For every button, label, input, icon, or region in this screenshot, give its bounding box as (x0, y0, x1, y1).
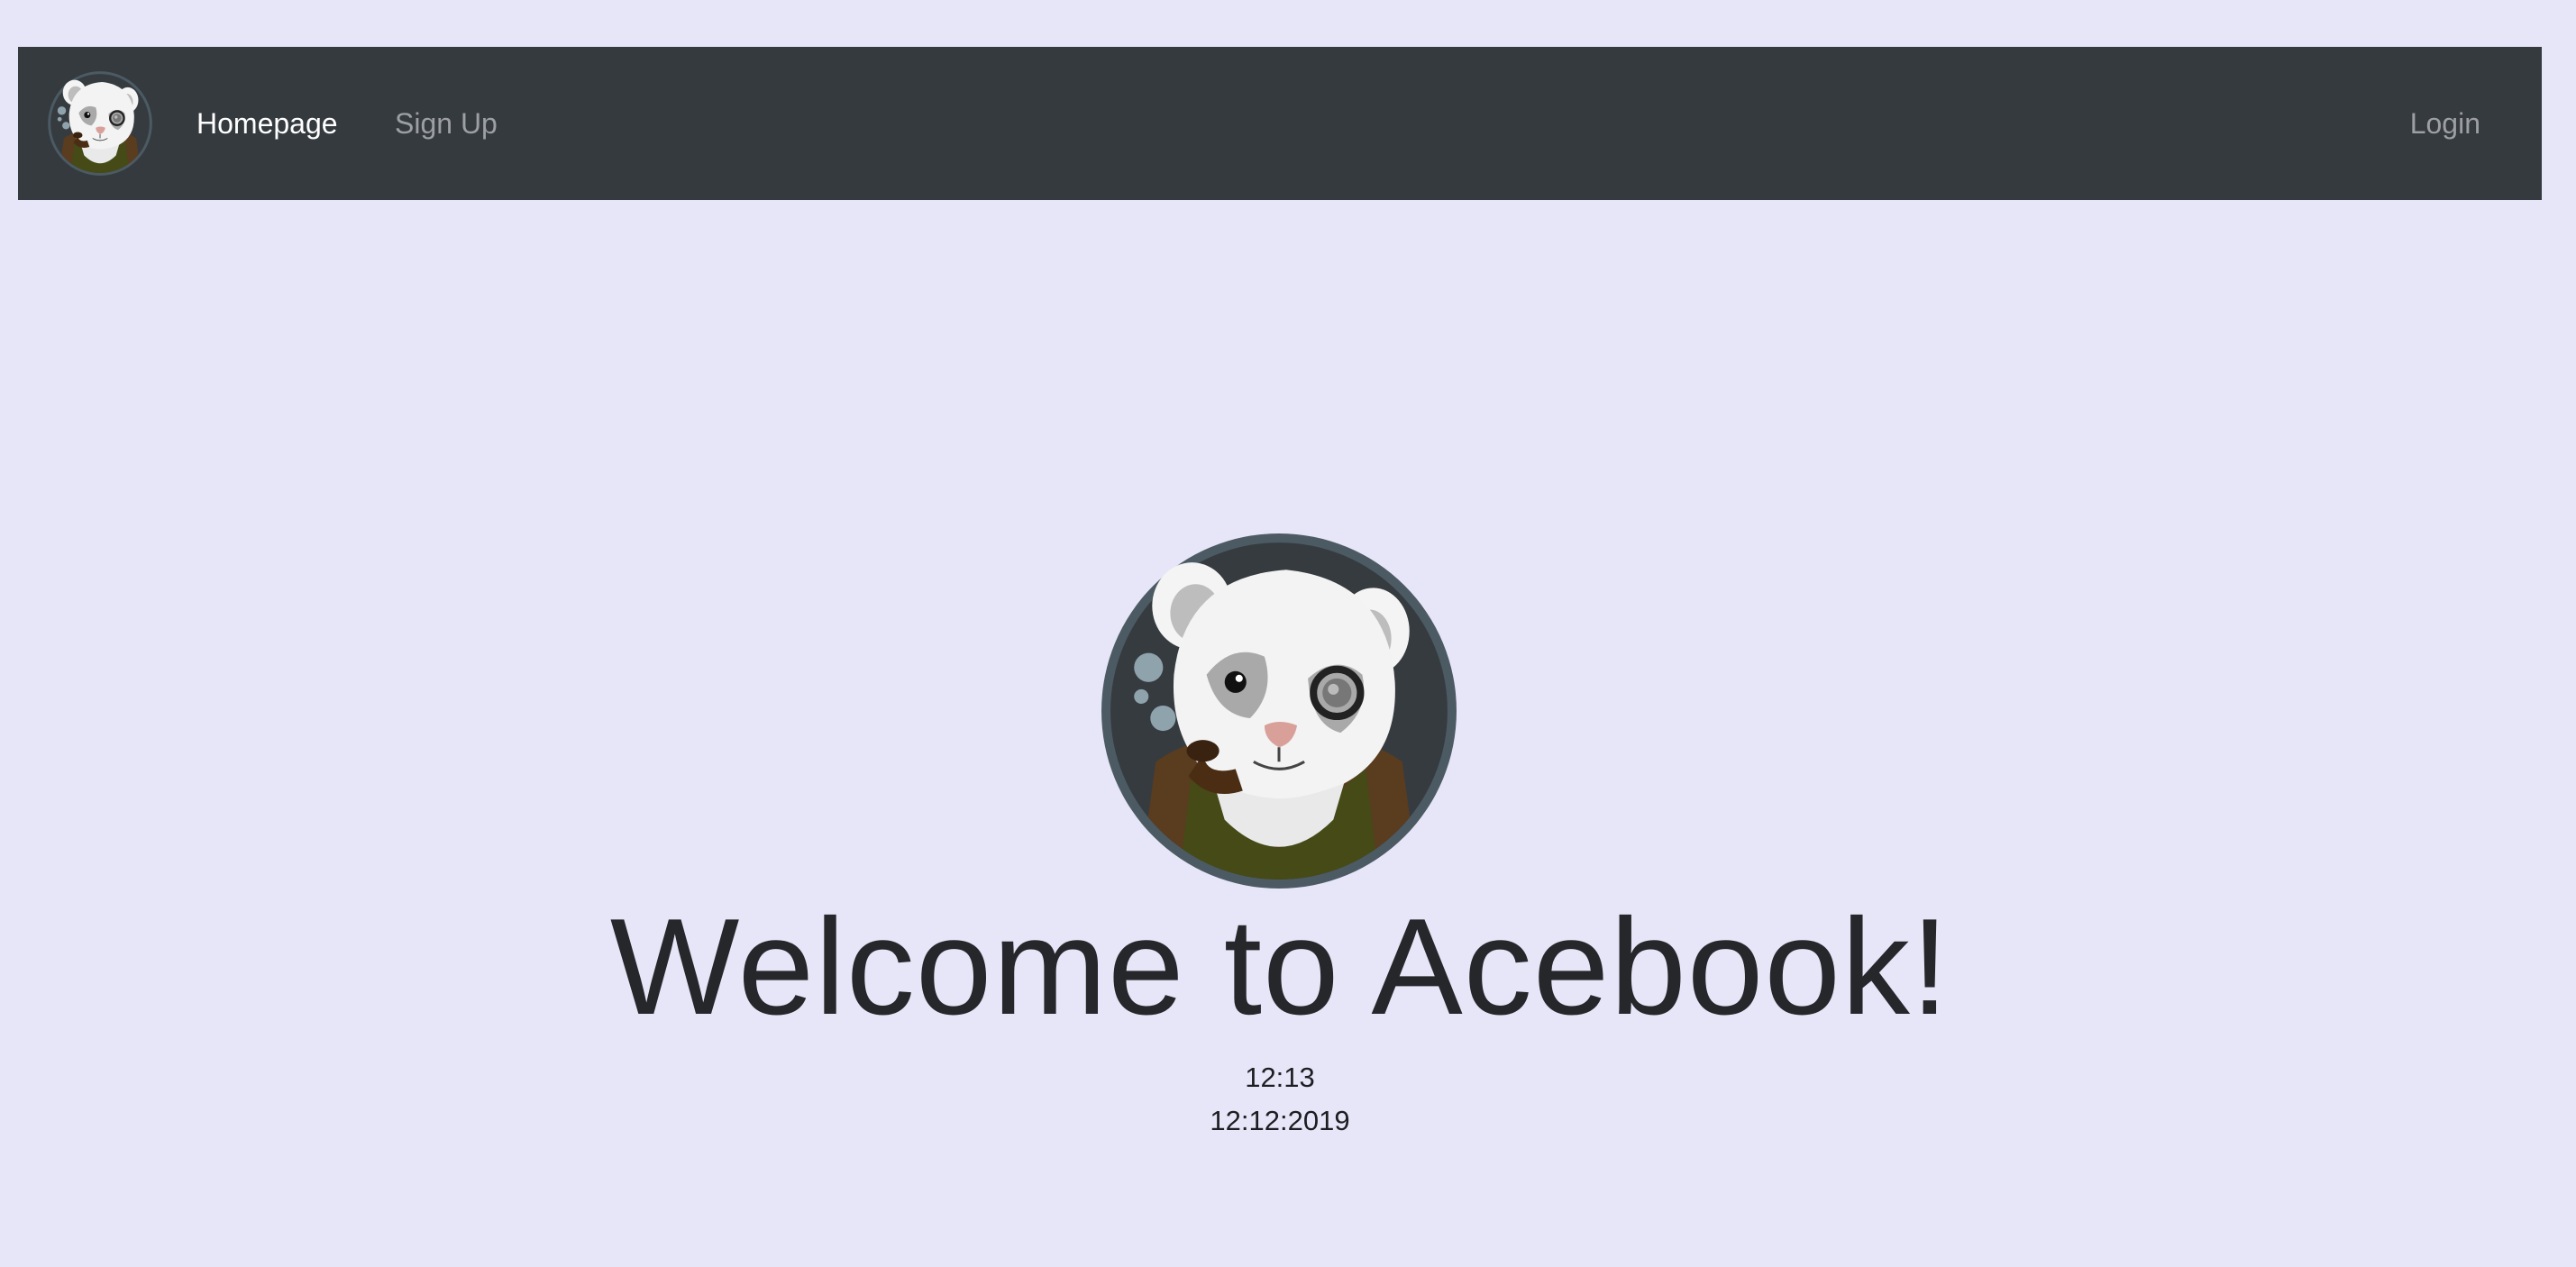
current-date: 12:12:2019 (1210, 1105, 1350, 1136)
current-time: 12:13 (1245, 1062, 1315, 1093)
nav-link-login[interactable]: Login (2410, 47, 2480, 200)
nav-link-sign-up[interactable]: Sign Up (395, 47, 498, 200)
top-navbar: Homepage Sign Up Login (18, 47, 2542, 200)
ferret-hero-logo-icon (1098, 530, 1460, 892)
nav-link-homepage[interactable]: Homepage (196, 47, 338, 200)
ferret-logo-icon[interactable] (47, 70, 153, 177)
welcome-title: Welcome to Acebook! (609, 890, 1950, 1044)
